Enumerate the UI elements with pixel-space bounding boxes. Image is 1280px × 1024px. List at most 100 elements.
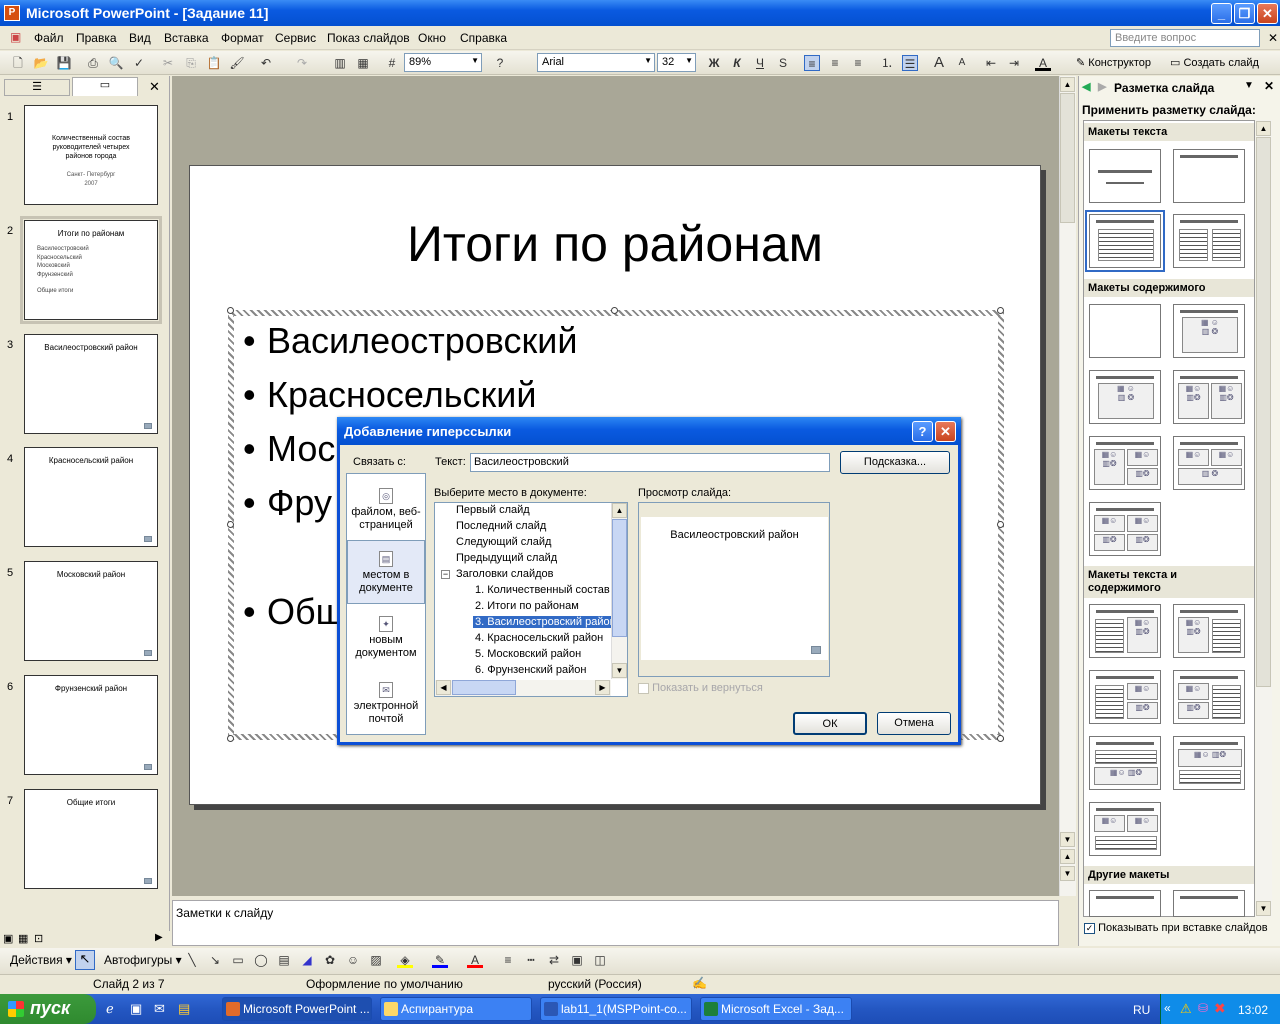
slide-title[interactable]: Итоги по районам [189, 215, 1041, 273]
language-indicator[interactable]: RU [1133, 1003, 1150, 1017]
checkbox-icon[interactable] [638, 682, 649, 694]
resize-handle[interactable] [997, 735, 1004, 742]
dash-style-icon[interactable]: ┅ [523, 952, 539, 968]
print-icon[interactable]: ⎙ [85, 55, 101, 71]
tree-item[interactable]: 5. Московский район [475, 648, 581, 660]
layout-two-columns[interactable] [1173, 214, 1245, 268]
tree-item[interactable]: Последний слайд [456, 520, 546, 532]
layout-other-1[interactable] [1089, 890, 1161, 917]
bullets-icon[interactable]: ☰ [902, 55, 918, 71]
collapse-icon[interactable]: − [441, 570, 450, 579]
scroll-down-icon[interactable]: ▼ [1256, 901, 1271, 916]
align-right-icon[interactable]: ≡ [850, 55, 866, 71]
normal-view-icon[interactable]: ▣ [3, 932, 13, 945]
slideshow-view-icon[interactable]: ⊡ [34, 932, 43, 945]
bold-icon[interactable]: Ж [706, 55, 722, 71]
wordart-icon[interactable]: ◢ [299, 952, 315, 968]
layout-content-over-text[interactable]: ▦☺ ▥❂ [1173, 736, 1245, 790]
antivirus-icon[interactable]: ✖ [1214, 1000, 1226, 1017]
shadow-icon[interactable]: S [775, 55, 791, 71]
dialog-close-button[interactable]: ✕ [935, 421, 956, 442]
resize-handle[interactable] [227, 307, 234, 314]
open-icon[interactable]: 📂 [33, 55, 49, 71]
resize-handle[interactable] [997, 307, 1004, 314]
scroll-thumb[interactable] [452, 680, 516, 695]
zoom-select[interactable]: 89% ▼ [404, 53, 482, 72]
forward-icon[interactable]: ▶ [1098, 80, 1106, 93]
scroll-up-icon[interactable]: ▲ [1256, 121, 1271, 136]
font-select[interactable]: Arial ▼ [537, 53, 655, 72]
desktop-icon[interactable]: ▣ [130, 1001, 142, 1017]
undo-icon[interactable]: ↶ [258, 55, 274, 71]
menu-insert[interactable]: Вставка [164, 31, 209, 45]
layout-other-2[interactable] [1173, 890, 1245, 917]
layout-two-content[interactable]: ▦☺ ▥❂ ▦☺ ▥❂ [1173, 370, 1245, 424]
layout-content[interactable]: ▦ ☺ ▥ ❂ [1173, 304, 1245, 358]
slide-thumbnail-3[interactable]: Василеостровский район [24, 334, 158, 434]
3d-style-icon[interactable]: ◫ [592, 952, 608, 968]
layout-title-text[interactable] [1085, 210, 1165, 272]
slide-thumbnail-5[interactable]: Московский район [24, 561, 158, 661]
layout-four-content[interactable]: ▦☺ ▦☺ ▥❂ ▥❂ [1089, 502, 1161, 556]
tray-arrow-icon[interactable]: « [1164, 1001, 1171, 1015]
link-existing-file[interactable]: ◎ файлом, веб-страницей [347, 486, 425, 536]
print-preview-icon[interactable]: 🔍 [108, 55, 124, 71]
menu-file[interactable]: Файл [34, 31, 64, 45]
display-text-input[interactable]: Василеостровский [470, 453, 830, 472]
arrow-icon[interactable]: ↘ [207, 952, 223, 968]
tree-item[interactable]: Первый слайд [456, 504, 530, 516]
scroll-thumb[interactable] [612, 519, 627, 637]
slide-bullet[interactable]: • Красносельский [243, 374, 537, 416]
layout-text-two-content[interactable]: ▦☺ ▥❂ [1089, 670, 1161, 724]
paste-icon[interactable]: 📋 [206, 55, 222, 71]
scroll-up-icon[interactable]: ▲ [612, 503, 627, 518]
slide-bullet[interactable]: • Василеостровский [243, 320, 577, 362]
tree-item-selected[interactable]: 3. Василеостровский район [473, 616, 612, 628]
taskbar-folder[interactable]: Аспирантура [380, 997, 532, 1021]
line-icon[interactable]: ╲ [184, 952, 200, 968]
tree-item[interactable]: Предыдущий слайд [456, 552, 557, 564]
select-pointer-icon[interactable]: ↖ [75, 950, 95, 970]
scroll-down-icon[interactable]: ▼ [1060, 832, 1075, 847]
scroll-left-icon[interactable]: ◀ [436, 680, 451, 695]
close-document-icon[interactable]: ✕ [1268, 31, 1278, 45]
slide-thumbnail-7[interactable]: Общие итоги [24, 789, 158, 889]
tree-item[interactable]: Следующий слайд [456, 536, 551, 548]
text-color-icon[interactable]: A [467, 952, 483, 968]
copy-icon[interactable]: ⎘ [183, 55, 199, 71]
warning-icon[interactable]: ⚠ [1180, 1001, 1192, 1017]
resize-handle[interactable] [227, 521, 234, 528]
save-icon[interactable]: 💾 [56, 55, 72, 71]
insert-chart-icon[interactable]: ▥ [332, 55, 348, 71]
help-icon[interactable]: ? [492, 55, 508, 71]
grid-icon[interactable]: # [384, 55, 400, 71]
powerpoint-app-icon[interactable]: P [4, 5, 20, 21]
scroll-up-icon[interactable]: ▲ [1060, 77, 1075, 92]
decrease-indent-icon[interactable]: ⇤ [983, 55, 999, 71]
slide-thumbnail-4[interactable]: Красносельский район [24, 447, 158, 547]
outlook-icon[interactable]: ✉ [154, 1001, 165, 1017]
slide-thumbnail-1[interactable]: Количественный состав руководителей четы… [24, 105, 158, 205]
menu-format[interactable]: Формат [221, 31, 264, 45]
link-email[interactable]: ✉ электронной почтой [347, 680, 425, 730]
resize-handle[interactable] [611, 307, 618, 314]
ok-button[interactable]: ОК [793, 712, 867, 735]
decrease-font-icon[interactable]: A [954, 55, 970, 71]
close-task-pane-icon[interactable]: ✕ [1264, 79, 1274, 93]
tab-outline[interactable]: ☰ [4, 79, 70, 96]
layout-two-over-content[interactable]: ▦☺ ▦☺ ▥ ❂ [1173, 436, 1245, 490]
slide-bullet[interactable]: • Мос [243, 428, 335, 470]
sorter-view-icon[interactable]: ▦ [18, 932, 28, 945]
menu-help[interactable]: Справка [460, 31, 507, 45]
diagram-icon[interactable]: ✿ [322, 952, 338, 968]
ask-question-input[interactable]: Введите вопрос [1110, 29, 1260, 47]
document-icon[interactable]: ▣ [10, 30, 21, 44]
resize-handle[interactable] [227, 735, 234, 742]
layout-title-slide[interactable] [1089, 149, 1161, 203]
menu-edit[interactable]: Правка [76, 31, 117, 45]
underline-icon[interactable]: Ч [752, 55, 768, 71]
autoshapes-menu[interactable]: Автофигуры ▾ [104, 953, 182, 967]
format-painter-icon[interactable]: 🖌 [229, 55, 245, 71]
cut-icon[interactable]: ✂ [160, 55, 176, 71]
link-place-in-document[interactable]: ▤ местом в документе [347, 540, 425, 604]
